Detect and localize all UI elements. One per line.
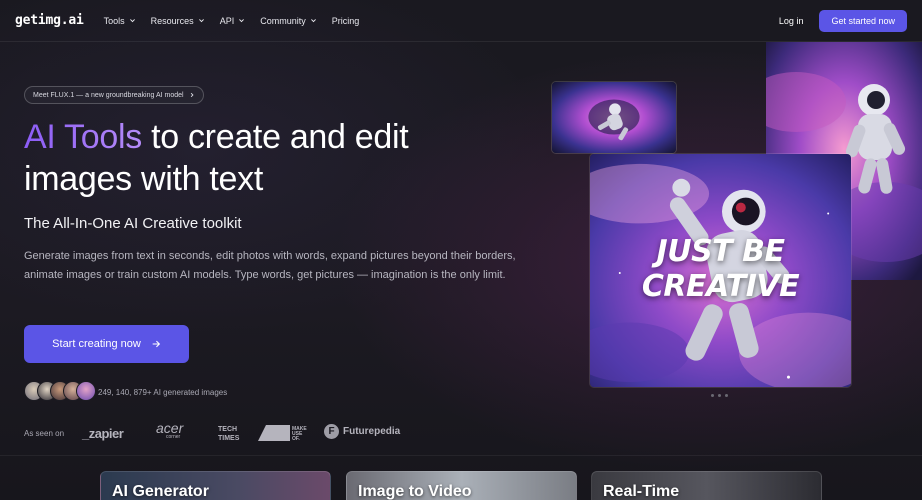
card-image-to-video[interactable]: Image to Video <box>346 471 577 500</box>
astronaut-artwork <box>552 82 676 153</box>
futurepedia-text: Futurepedia <box>343 426 401 437</box>
nav-item-label: Pricing <box>331 15 360 26</box>
nav-actions: Log in Get started now <box>779 9 908 32</box>
announcement-text: Meet FLUX.1 — a new groundbreaking AI mo… <box>33 91 184 99</box>
announcement-pill[interactable]: Meet FLUX.1 — a new groundbreaking AI mo… <box>24 86 204 104</box>
nav-item-label: Community <box>260 15 306 26</box>
carousel-dots <box>711 394 728 397</box>
generated-images-count: 249, 140, 879+ AI generated images <box>98 388 228 397</box>
card-label: AI Generator <box>112 483 209 500</box>
chevron-down-icon <box>198 19 204 23</box>
logo[interactable]: getimg.ai <box>15 13 84 28</box>
nav-item-community[interactable]: Community <box>260 16 317 26</box>
futurepedia-mark: F <box>324 424 339 439</box>
makeuseof-logo-mark: MAKE USE OF. <box>258 425 307 442</box>
card-real-time[interactable]: Real-Time <box>591 471 822 500</box>
as-seen-on-label: As seen on <box>24 429 65 438</box>
nav-item-label: Tools <box>103 15 125 26</box>
acer-logo: acer corner <box>156 421 183 440</box>
techtimes-logo: TECH TIMES <box>218 426 240 442</box>
makeuseof-logo: MAKE USE OF. <box>258 424 310 447</box>
nav-item-pricing[interactable]: Pricing <box>332 16 360 26</box>
svg-text:OF.: OF. <box>292 436 300 442</box>
chevron-down-icon <box>239 19 245 23</box>
start-creating-label: Start creating now <box>52 338 141 350</box>
image-caption: JUST BE CREATIVE <box>641 234 800 304</box>
chevron-down-icon <box>129 19 135 23</box>
get-started-button[interactable]: Get started now <box>819 9 907 32</box>
carousel-dot[interactable] <box>711 394 714 397</box>
card-label: Image to Video <box>358 483 472 500</box>
hero-headline: AI Tools to create and edit images with … <box>24 116 504 200</box>
nav-item-label: Resources <box>150 15 194 26</box>
login-link[interactable]: Log in <box>779 16 804 26</box>
nav-links: Tools Resources API Community Pricing <box>104 16 360 26</box>
arrow-right-icon <box>152 340 160 348</box>
start-creating-button[interactable]: Start creating now <box>24 325 189 363</box>
carousel-dot[interactable] <box>725 394 728 397</box>
zapier-logo: _zapier <box>82 426 124 441</box>
hero-description: Generate images from text in seconds, ed… <box>24 250 516 281</box>
headline-accent: AI Tools <box>24 118 142 156</box>
avatar <box>76 381 96 401</box>
chevron-down-icon <box>310 19 316 23</box>
section-divider <box>0 455 922 456</box>
nav-item-api[interactable]: API <box>220 16 246 26</box>
top-navigation: getimg.ai Tools Resources API Community … <box>0 0 922 42</box>
nav-item-resources[interactable]: Resources <box>151 16 205 26</box>
nav-item-tools[interactable]: Tools <box>104 16 136 26</box>
user-avatars <box>24 381 96 401</box>
astronaut-image-small <box>551 81 677 154</box>
hero-subtitle: The All-In-One AI Creative toolkit <box>24 215 242 232</box>
futurepedia-logo: F Futurepedia <box>324 424 400 439</box>
chevron-right-icon <box>190 92 194 98</box>
card-label: Real-Time <box>603 483 680 500</box>
nav-item-label: API <box>219 15 235 26</box>
hero-main-image: JUST BE CREATIVE <box>589 153 852 388</box>
carousel-dot[interactable] <box>718 394 721 397</box>
card-ai-generator[interactable]: AI Generator <box>100 471 331 500</box>
